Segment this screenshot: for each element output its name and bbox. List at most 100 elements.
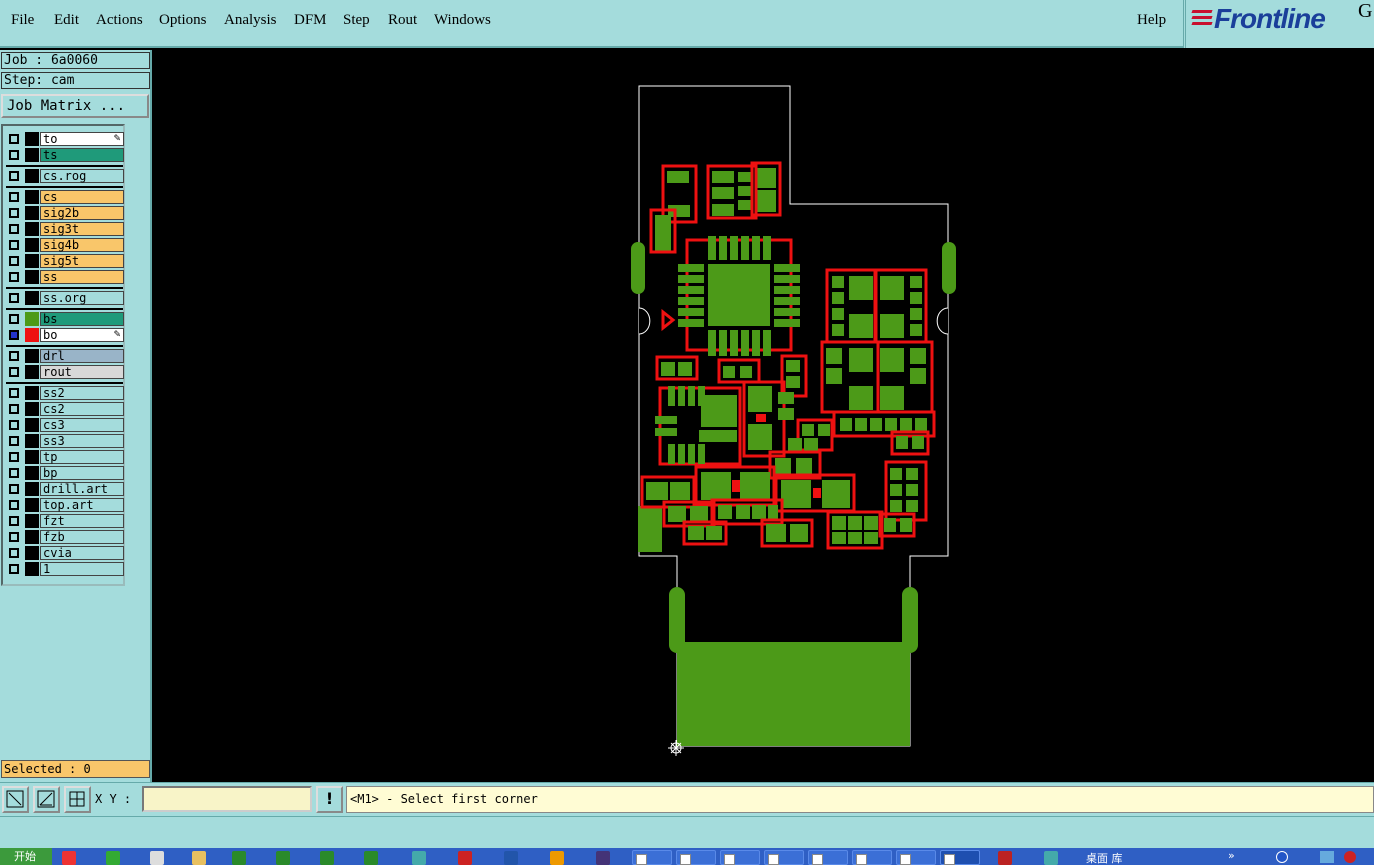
menu-rout[interactable]: Rout (388, 12, 417, 29)
layer-row-drl[interactable]: drl (6, 349, 124, 363)
excel-icon[interactable] (364, 851, 378, 865)
layer-row-bs[interactable]: bs (6, 312, 124, 326)
layer-row-sig3t[interactable]: sig3t (6, 222, 124, 236)
layer-row-cs[interactable]: cs (6, 190, 124, 204)
layer-row-ss[interactable]: ss (6, 270, 124, 284)
layer-name[interactable]: sig2b (40, 206, 124, 220)
layer-row-sig5t[interactable]: sig5t (6, 254, 124, 268)
app-icon[interactable] (550, 851, 564, 865)
layer-checkbox[interactable] (9, 532, 19, 542)
layer-name[interactable]: cs3 (40, 418, 124, 432)
quicklaunch-icon[interactable] (150, 851, 164, 865)
xy-input[interactable] (142, 786, 312, 812)
app-icon[interactable] (458, 851, 472, 865)
layer-color-swatch[interactable] (25, 270, 39, 284)
layer-row-top-art[interactable]: top.art (6, 498, 124, 512)
layer-color-swatch[interactable] (25, 365, 39, 379)
layer-row-ts[interactable]: ts (6, 148, 124, 162)
taskbar-task-active[interactable] (940, 850, 980, 865)
layer-name[interactable]: drill.art (40, 482, 124, 496)
layer-row-drill-art[interactable]: drill.art (6, 482, 124, 496)
layer-checkbox[interactable] (9, 351, 19, 361)
layer-checkbox[interactable] (9, 240, 19, 250)
layer-checkbox[interactable] (9, 500, 19, 510)
layer-row-rout[interactable]: rout (6, 365, 124, 379)
app-icon[interactable] (412, 851, 426, 865)
layer-name[interactable]: cs (40, 190, 124, 204)
taskbar-task[interactable] (852, 850, 892, 865)
layer-color-swatch[interactable] (25, 238, 39, 252)
layer-name[interactable]: fzt (40, 514, 124, 528)
layer-color-swatch[interactable] (25, 312, 39, 326)
menu-file[interactable]: File (11, 12, 34, 29)
layer-row-ss3[interactable]: ss3 (6, 434, 124, 448)
snap-grid-button[interactable] (64, 786, 91, 813)
app-icon[interactable] (1044, 851, 1058, 865)
taskbar-task[interactable] (720, 850, 760, 865)
zoom-area-button[interactable] (2, 786, 29, 813)
layer-name[interactable]: top.art (40, 498, 124, 512)
layer-color-swatch[interactable] (25, 386, 39, 400)
warning-button[interactable]: ! (316, 786, 343, 813)
taskbar-task[interactable] (676, 850, 716, 865)
menu-step[interactable]: Step (343, 12, 370, 29)
taskbar-task[interactable] (896, 850, 936, 865)
layer-name[interactable]: cs.rog (40, 169, 124, 183)
menu-help[interactable]: Help (1137, 12, 1166, 29)
layer-row-bo[interactable]: bo ✎ (6, 328, 124, 342)
layer-row-cs-rog[interactable]: cs.rog (6, 169, 124, 183)
menu-options[interactable]: Options (159, 12, 207, 29)
measure-button[interactable] (33, 786, 60, 813)
tray-text[interactable]: 桌面 库 (1086, 850, 1123, 865)
quicklaunch-icon[interactable] (62, 851, 76, 865)
layer-checkbox[interactable] (9, 293, 19, 303)
layer-name[interactable]: sig3t (40, 222, 124, 236)
layer-color-swatch[interactable] (25, 190, 39, 204)
menu-windows[interactable]: Windows (434, 12, 491, 29)
save-icon[interactable] (504, 851, 518, 865)
excel-icon[interactable] (232, 851, 246, 865)
layer-color-swatch[interactable] (25, 132, 39, 146)
taskbar-task[interactable] (808, 850, 848, 865)
layer-row-to[interactable]: to ✎ (6, 132, 124, 146)
layer-name[interactable]: ss (40, 270, 124, 284)
layer-checkbox[interactable] (9, 367, 19, 377)
layer-name[interactable]: bs (40, 312, 124, 326)
app-icon[interactable] (1344, 851, 1356, 863)
layer-checkbox[interactable] (9, 388, 19, 398)
layer-color-swatch[interactable] (25, 206, 39, 220)
layer-checkbox[interactable] (9, 468, 19, 478)
layer-checkbox[interactable] (9, 564, 19, 574)
layer-name[interactable]: to ✎ (40, 132, 124, 146)
layer-checkbox[interactable] (9, 516, 19, 526)
layer-name[interactable]: sig4b (40, 238, 124, 252)
graphics-canvas[interactable] (152, 50, 1374, 782)
layer-name[interactable]: sig5t (40, 254, 124, 268)
layer-row-fzt[interactable]: fzt (6, 514, 124, 528)
layer-checkbox[interactable] (9, 314, 19, 324)
layer-name[interactable]: bp (40, 466, 124, 480)
start-button[interactable]: 开始 (0, 848, 52, 865)
quicklaunch-icon[interactable] (106, 851, 120, 865)
layer-row-cs2[interactable]: cs2 (6, 402, 124, 416)
layer-color-swatch[interactable] (25, 466, 39, 480)
menu-actions[interactable]: Actions (96, 12, 143, 29)
layer-row-sig4b[interactable]: sig4b (6, 238, 124, 252)
excel-icon[interactable] (276, 851, 290, 865)
layer-name[interactable]: cs2 (40, 402, 124, 416)
layer-color-swatch[interactable] (25, 291, 39, 305)
layer-color-swatch[interactable] (25, 546, 39, 560)
layer-name[interactable]: drl (40, 349, 124, 363)
network-icon[interactable] (1320, 851, 1334, 863)
layer-name[interactable]: ss2 (40, 386, 124, 400)
layer-checkbox[interactable] (9, 548, 19, 558)
layer-color-swatch[interactable] (25, 482, 39, 496)
layer-name[interactable]: rout (40, 365, 124, 379)
layer-checkbox[interactable] (9, 192, 19, 202)
layer-color-swatch[interactable] (25, 418, 39, 432)
layer-row-tp[interactable]: tp (6, 450, 124, 464)
layer-row-cs3[interactable]: cs3 (6, 418, 124, 432)
layer-checkbox[interactable] (9, 171, 19, 181)
job-matrix-button[interactable]: Job Matrix ... (1, 94, 149, 118)
folder-icon[interactable] (192, 851, 206, 865)
